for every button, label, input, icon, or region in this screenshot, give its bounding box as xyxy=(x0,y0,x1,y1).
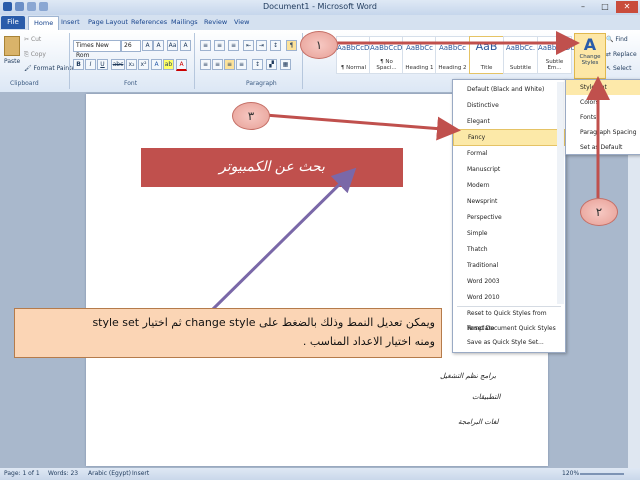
callout-3: ٣ xyxy=(232,102,270,130)
language-indicator[interactable]: Arabic (Egypt) xyxy=(88,470,131,477)
annotation-arrows xyxy=(210,31,610,312)
zoom-level[interactable]: 120% xyxy=(562,470,579,477)
callout-1: ١ xyxy=(300,31,338,59)
status-bar: Page: 1 of 1 Words: 23 Arabic (Egypt) In… xyxy=(0,468,640,480)
page-count[interactable]: Page: 1 of 1 xyxy=(4,470,40,477)
arrow-to-banner xyxy=(210,167,357,312)
note-line-2: ومنه اختيار الاعداد المناسب . xyxy=(302,335,435,348)
insert-mode[interactable]: Insert xyxy=(132,470,149,477)
word-count[interactable]: Words: 23 xyxy=(48,470,78,477)
instruction-note: ويمكن تعديل النمط وذلك بالضغط على change… xyxy=(14,308,442,358)
zoom-slider[interactable] xyxy=(580,473,624,475)
note-line-1: ويمكن تعديل النمط وذلك بالضغط على change… xyxy=(92,316,435,329)
arrow-to-fancy xyxy=(264,113,461,141)
callout-2: ٢ xyxy=(580,198,618,226)
